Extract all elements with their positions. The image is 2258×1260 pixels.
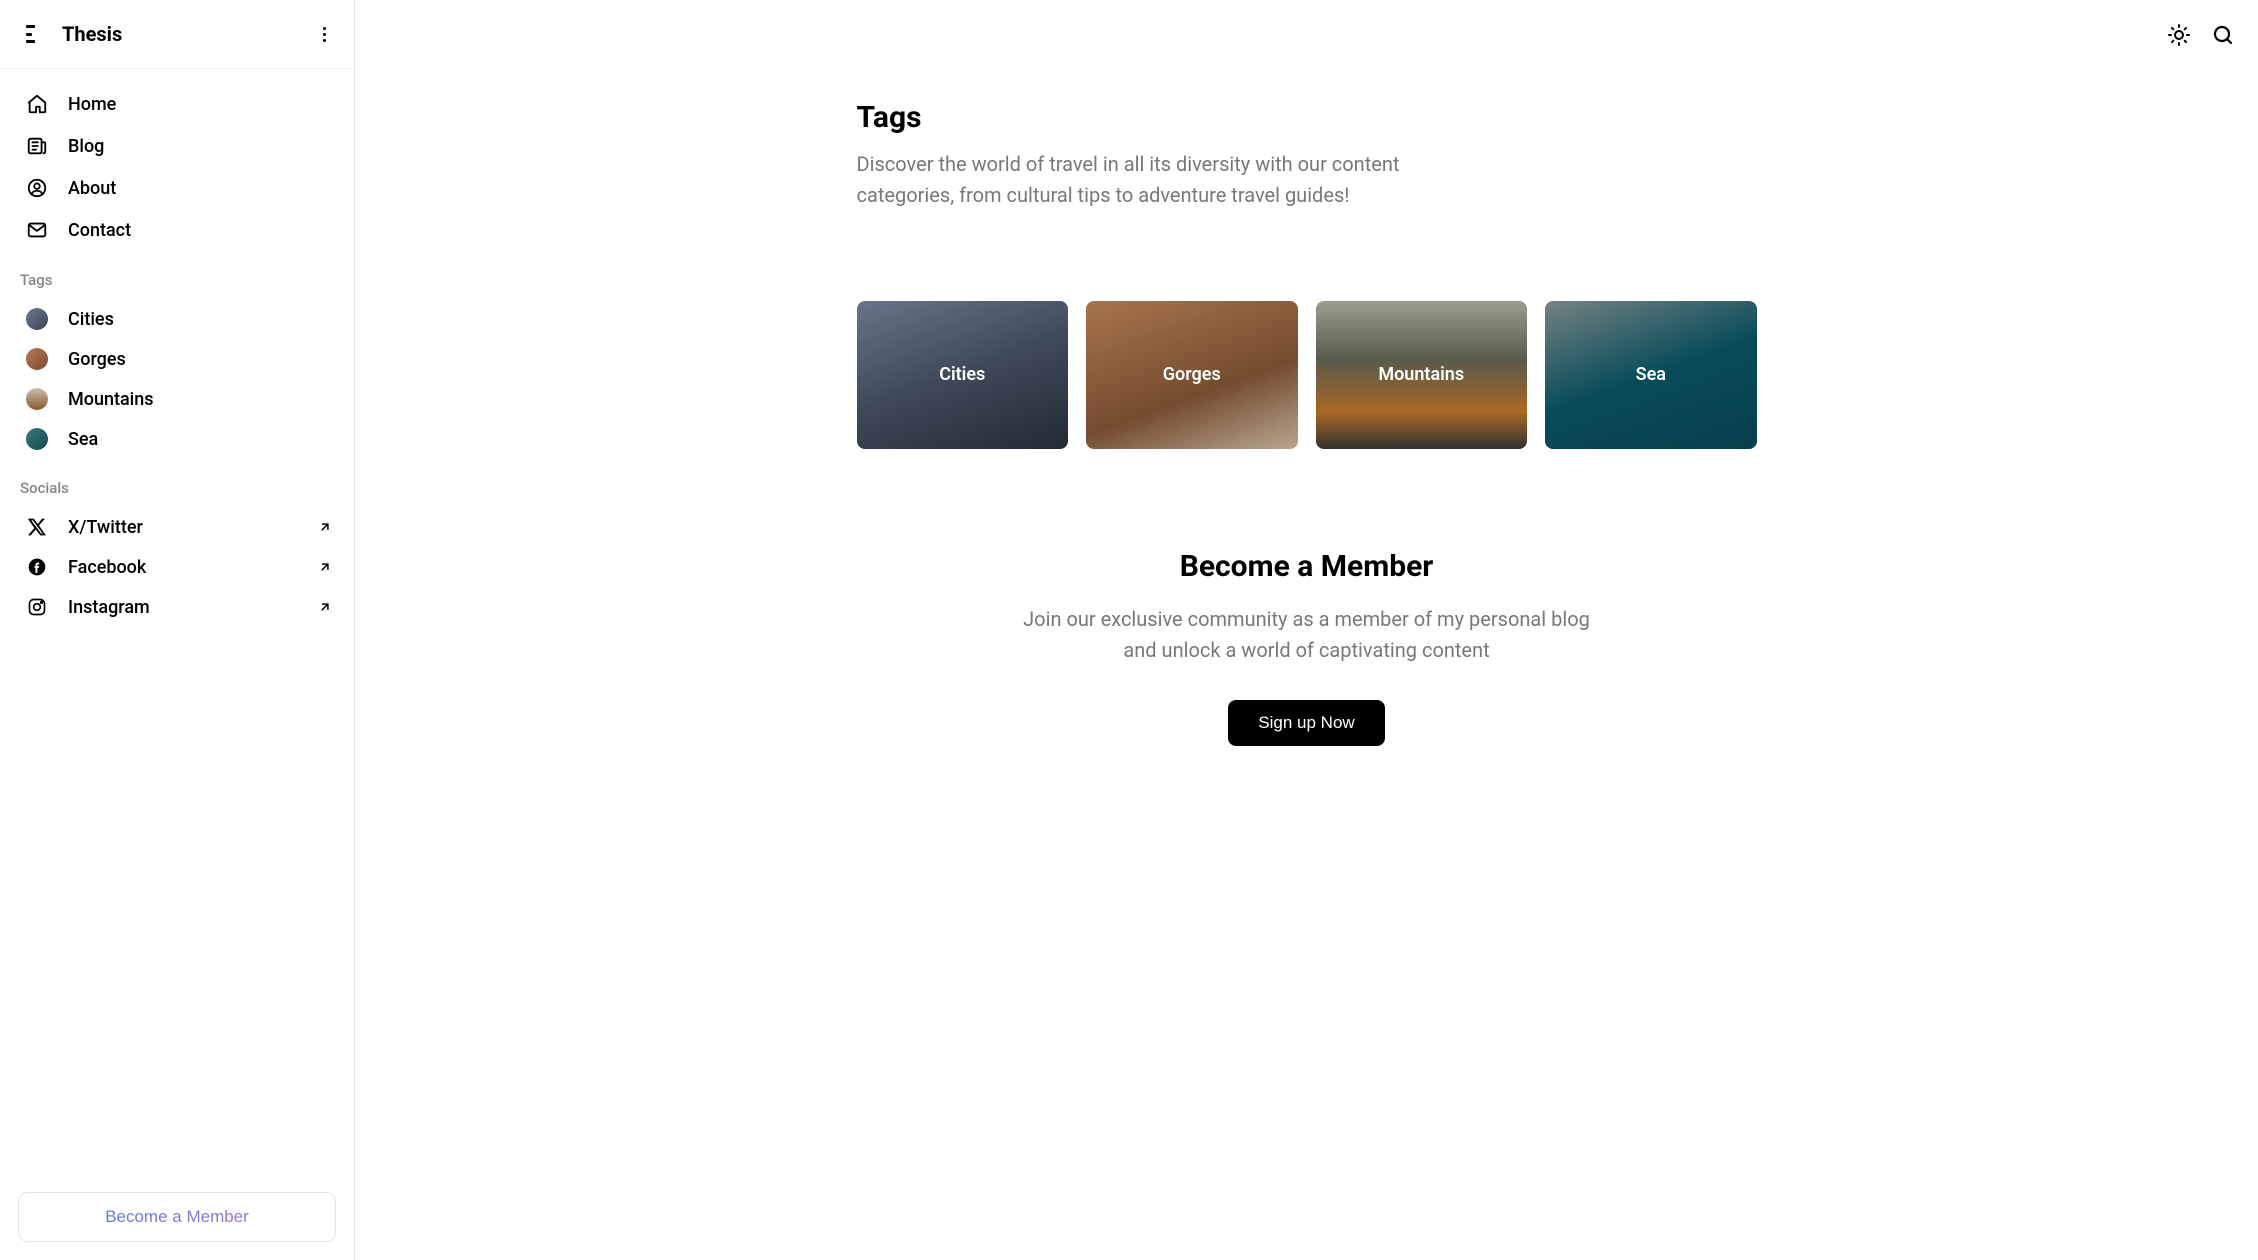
sidebar: Thesis Home Blog About Contact xyxy=(0,0,355,1260)
content: Tags Discover the world of travel in all… xyxy=(847,0,1767,806)
social-list: X/Twitter Facebook Instagram xyxy=(18,507,336,627)
search-icon xyxy=(2211,23,2235,47)
nav-label: About xyxy=(68,178,116,199)
nav-list: Home Blog About Contact xyxy=(18,83,336,251)
social-label: X/Twitter xyxy=(68,517,143,538)
cta-title: Become a Member xyxy=(857,549,1757,584)
sidebar-header: Thesis xyxy=(0,0,354,69)
signup-button[interactable]: Sign up Now xyxy=(1228,700,1384,746)
external-link-icon xyxy=(318,600,332,614)
tag-avatar xyxy=(26,428,48,450)
site-title: Thesis xyxy=(62,22,122,46)
nav-item-about[interactable]: About xyxy=(18,167,336,209)
social-label: Facebook xyxy=(68,557,146,578)
cta-text: Join our exclusive community as a member… xyxy=(1007,604,1607,666)
become-member-button[interactable]: Become a Member xyxy=(18,1192,336,1242)
tags-section-label: Tags xyxy=(18,251,336,299)
social-item-instagram[interactable]: Instagram xyxy=(18,587,336,627)
search-button[interactable] xyxy=(2210,22,2236,48)
card-label: Gorges xyxy=(1163,364,1221,385)
newspaper-icon xyxy=(26,135,48,157)
x-twitter-icon xyxy=(26,516,48,538)
card-label: Sea xyxy=(1636,364,1666,385)
tag-avatar xyxy=(26,388,48,410)
more-menu-button[interactable] xyxy=(312,22,336,46)
nav-label: Home xyxy=(68,94,116,115)
sun-icon xyxy=(2167,23,2191,47)
card-label: Cities xyxy=(939,364,985,385)
sidebar-footer: Become a Member xyxy=(18,1174,336,1260)
tag-cards: Cities Gorges Mountains Sea xyxy=(857,301,1757,449)
card-sea[interactable]: Sea xyxy=(1545,301,1757,449)
card-mountains[interactable]: Mountains xyxy=(1316,301,1528,449)
card-label: Mountains xyxy=(1378,364,1464,385)
social-label: Instagram xyxy=(68,597,150,618)
nav-item-contact[interactable]: Contact xyxy=(18,209,336,251)
tag-item-sea[interactable]: Sea xyxy=(18,419,336,459)
cta-section: Become a Member Join our exclusive commu… xyxy=(857,549,1757,746)
tag-label: Sea xyxy=(68,429,98,450)
nav-label: Contact xyxy=(68,220,131,241)
external-link-icon xyxy=(318,560,332,574)
tag-label: Mountains xyxy=(68,389,154,410)
page-title: Tags xyxy=(857,100,1757,135)
user-circle-icon xyxy=(26,177,48,199)
tag-label: Gorges xyxy=(68,349,126,370)
card-cities[interactable]: Cities xyxy=(857,301,1069,449)
page-subtitle: Discover the world of travel in all its … xyxy=(857,149,1497,211)
external-link-icon xyxy=(318,520,332,534)
social-item-twitter[interactable]: X/Twitter xyxy=(18,507,336,547)
logo-block[interactable]: Thesis xyxy=(26,22,122,46)
topbar xyxy=(2166,0,2258,48)
nav-item-home[interactable]: Home xyxy=(18,83,336,125)
tag-list: Cities Gorges Mountains Sea xyxy=(18,299,336,459)
nav-label: Blog xyxy=(68,136,104,157)
mail-icon xyxy=(26,219,48,241)
theme-toggle-button[interactable] xyxy=(2166,22,2192,48)
facebook-icon xyxy=(26,556,48,578)
instagram-icon xyxy=(26,596,48,618)
logo-icon xyxy=(26,25,40,43)
tag-label: Cities xyxy=(68,309,114,330)
nav-item-blog[interactable]: Blog xyxy=(18,125,336,167)
tag-avatar xyxy=(26,308,48,330)
tag-item-mountains[interactable]: Mountains xyxy=(18,379,336,419)
social-item-facebook[interactable]: Facebook xyxy=(18,547,336,587)
card-gorges[interactable]: Gorges xyxy=(1086,301,1298,449)
main: Tags Discover the world of travel in all… xyxy=(355,0,2258,1260)
socials-section-label: Socials xyxy=(18,459,336,507)
home-icon xyxy=(26,93,48,115)
tag-item-cities[interactable]: Cities xyxy=(18,299,336,339)
tag-avatar xyxy=(26,348,48,370)
tag-item-gorges[interactable]: Gorges xyxy=(18,339,336,379)
